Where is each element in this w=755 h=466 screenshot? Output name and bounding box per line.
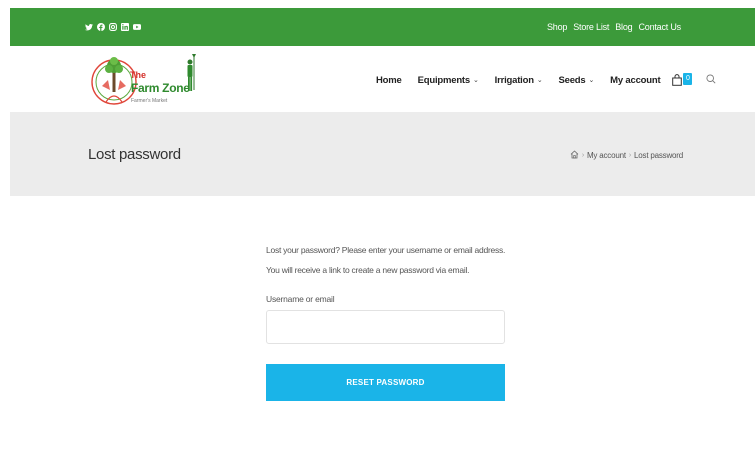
nav-item-seeds[interactable]: Seeds ⌄	[559, 75, 595, 86]
lost-password-form: Lost your password? Please enter your us…	[266, 240, 506, 401]
site-header: The Farm Zone Farmer's Market Home Equip…	[10, 46, 755, 112]
chevron-down-icon: ⌄	[536, 77, 543, 84]
cart-count-badge: 0	[683, 73, 693, 85]
top-bar: Shop Store List Blog Contact Us	[10, 8, 755, 46]
page-title-band: Lost password › My account › Lost passwo…	[10, 112, 755, 196]
top-link-contact-us[interactable]: Contact Us	[638, 22, 681, 32]
breadcrumb-current: Lost password	[634, 151, 683, 160]
main-nav: Home Equipments ⌄ Irrigation ⌄ Seeds ⌄ My a…	[376, 71, 716, 89]
top-links: Shop Store List Blog Contact Us	[547, 22, 681, 32]
home-icon[interactable]	[570, 150, 579, 161]
breadcrumb-separator-icon: ›	[581, 152, 584, 159]
form-intro-text: Lost your password? Please enter your us…	[266, 245, 506, 275]
twitter-icon[interactable]	[85, 23, 93, 31]
cart-button[interactable]: 0	[672, 73, 693, 87]
facebook-icon[interactable]	[97, 23, 105, 31]
username-label: Username or email	[266, 294, 335, 304]
linkedin-icon[interactable]	[121, 23, 129, 31]
reset-password-button[interactable]: RESET PASSWORD	[266, 364, 505, 401]
top-link-store-list[interactable]: Store List	[573, 22, 609, 32]
chevron-down-icon: ⌄	[588, 77, 595, 84]
search-icon[interactable]	[706, 71, 716, 89]
nav-item-label: Home	[376, 74, 402, 86]
nav-item-label: Seeds	[558, 74, 586, 86]
username-or-email-input[interactable]	[266, 310, 505, 344]
nav-item-irrigation[interactable]: Irrigation ⌄	[495, 75, 543, 86]
top-link-shop[interactable]: Shop	[547, 22, 567, 32]
page: Shop Store List Blog Contact Us The Farm…	[0, 0, 755, 466]
top-link-blog[interactable]: Blog	[615, 22, 632, 32]
nav-item-label: My account	[610, 74, 661, 86]
nav-item-my-account[interactable]: My account	[610, 75, 660, 86]
youtube-icon[interactable]	[133, 23, 141, 31]
shopping-bag-icon	[672, 74, 683, 86]
social-links	[85, 23, 141, 31]
site-logo[interactable]: The Farm Zone Farmer's Market	[88, 50, 198, 110]
logo-tagline: Farmer's Market	[131, 98, 168, 104]
nav-item-home[interactable]: Home	[376, 75, 402, 86]
breadcrumb: › My account › Lost password	[570, 150, 683, 161]
nav-item-label: Equipments	[417, 74, 471, 86]
logo-line-2: Farm Zone	[131, 81, 190, 95]
breadcrumb-my-account[interactable]: My account	[587, 151, 626, 160]
instagram-icon[interactable]	[109, 23, 117, 31]
page-title: Lost password	[88, 146, 181, 163]
nav-item-equipments[interactable]: Equipments ⌄	[418, 75, 479, 86]
breadcrumb-separator-icon: ›	[628, 152, 632, 159]
chevron-down-icon: ⌄	[472, 77, 479, 84]
nav-item-label: Irrigation	[494, 74, 534, 86]
logo-line-1: The	[130, 70, 147, 80]
